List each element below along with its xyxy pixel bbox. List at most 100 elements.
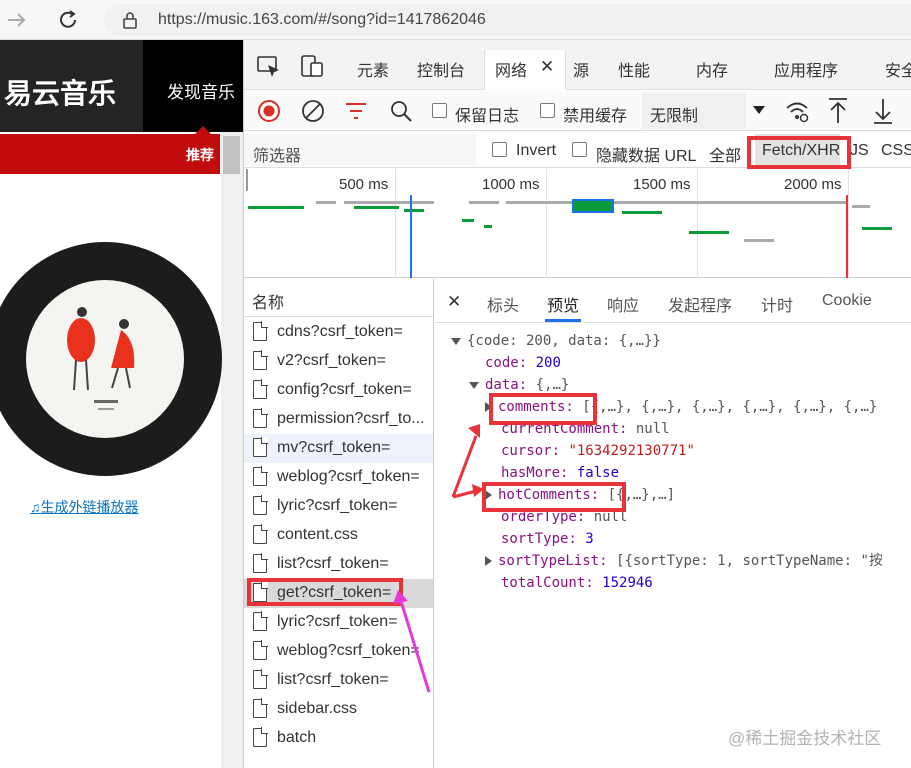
request-row[interactable]: list?csrf_token=	[244, 550, 433, 579]
waterfall-bar	[506, 201, 846, 204]
nav-indicator	[195, 126, 211, 134]
document-icon	[253, 640, 268, 660]
waterfall-bar	[248, 206, 304, 209]
request-name-list: 名称 cdns?csrf_token= v2?csrf_token= confi…	[244, 279, 434, 768]
detail-tabbar: ✕ 标头 预览 响应 发起程序 计时 Cookie	[435, 279, 911, 323]
active-tab-underline	[545, 319, 581, 322]
network-timeline[interactable]: 500 ms 1000 ms 1500 ms 2000 ms	[244, 169, 911, 278]
document-icon	[253, 321, 268, 341]
hide-data-url-label: 隐藏数据 URL	[596, 148, 697, 165]
invert-label: Invert	[516, 142, 557, 159]
tab-performance[interactable]: 性能	[618, 57, 650, 81]
waterfall-bar	[354, 206, 399, 209]
download-icon[interactable]	[872, 97, 894, 125]
tab-memory[interactable]: 内存	[696, 57, 728, 81]
document-icon	[253, 698, 268, 718]
site-logo[interactable]: 易云音乐	[4, 72, 116, 112]
request-row[interactable]: sidebar.css	[244, 695, 433, 724]
timeline-tick: 1500 ms	[633, 176, 691, 193]
tab-sources[interactable]: 源	[573, 57, 589, 81]
url-text: https://music.163.com/#/song?id=14178620…	[158, 11, 486, 28]
throttle-select[interactable]: 无限制	[642, 93, 746, 129]
tab-cookies[interactable]: Cookie	[822, 292, 872, 310]
tab-initiator[interactable]: 发起程序	[668, 292, 732, 316]
music-site-panel: 易云音乐 发现音乐 推荐 ♫生成外链播放器	[0, 40, 243, 768]
tab-network[interactable]: 网络	[495, 57, 527, 81]
timeline-tick: 2000 ms	[784, 176, 842, 193]
upload-icon[interactable]	[827, 97, 849, 125]
external-player-link[interactable]: ♫生成外链播放器	[30, 497, 139, 517]
request-row[interactable]: list?csrf_token=	[244, 666, 433, 695]
request-row[interactable]: permission?csrf_to...	[244, 405, 433, 434]
json-total-count: totalCount: 152946	[501, 575, 653, 591]
record-icon[interactable]	[257, 99, 281, 123]
request-row[interactable]: cdns?csrf_token=	[244, 318, 433, 347]
json-data[interactable]: data: {,…}	[469, 375, 569, 395]
network-toolbar: 保留日志 禁用缓存 无限制	[244, 91, 911, 131]
address-bar[interactable]: https://music.163.com/#/song?id=14178620…	[104, 4, 911, 36]
request-detail-panel: ✕ 标头 预览 响应 发起程序 计时 Cookie {code: 200, da…	[435, 279, 911, 768]
tab-security[interactable]: 安全	[885, 57, 911, 81]
waterfall-bar	[852, 205, 870, 208]
tab-preview[interactable]: 预览	[547, 292, 579, 316]
load-line	[846, 195, 848, 278]
timeline-gridline	[697, 169, 698, 278]
waterfall-bar	[404, 209, 424, 212]
close-detail-icon[interactable]: ✕	[447, 292, 461, 312]
tab-response[interactable]: 响应	[607, 292, 639, 316]
filter-icon[interactable]	[344, 101, 368, 121]
nav-discover-music[interactable]: 发现音乐	[143, 40, 243, 132]
clear-icon[interactable]	[301, 99, 325, 123]
request-row[interactable]: v2?csrf_token=	[244, 347, 433, 376]
json-root[interactable]: {code: 200, data: {,…}}	[451, 331, 661, 351]
disable-cache-checkbox[interactable]	[540, 103, 555, 118]
request-row[interactable]: content.css	[244, 521, 433, 550]
tab-elements[interactable]: 元素	[357, 57, 389, 81]
request-row[interactable]: lyric?csrf_token=	[244, 608, 433, 637]
search-icon[interactable]	[389, 99, 413, 123]
name-column-header[interactable]: 名称	[244, 279, 433, 317]
filter-css[interactable]: CSS	[881, 142, 911, 160]
document-icon	[253, 727, 268, 747]
document-icon	[253, 524, 268, 544]
inspect-element-icon[interactable]	[257, 56, 281, 78]
tab-console[interactable]: 控制台	[417, 57, 465, 81]
reload-icon[interactable]	[56, 8, 80, 32]
tab-timing[interactable]: 计时	[761, 292, 793, 316]
highlight-get-request	[247, 578, 403, 606]
document-icon	[253, 379, 268, 399]
site-scrollbar[interactable]	[221, 132, 243, 768]
request-row[interactable]: batch	[244, 724, 433, 753]
filter-input[interactable]: 筛选器	[244, 134, 476, 166]
document-icon	[253, 437, 268, 457]
chevron-down-icon[interactable]	[753, 106, 765, 116]
preserve-log-checkbox[interactable]	[432, 103, 447, 118]
filter-js[interactable]: JS	[850, 142, 869, 160]
request-row[interactable]: mv?csrf_token=	[244, 434, 433, 463]
json-cursor: cursor: "1634292130771"	[501, 443, 695, 459]
filter-all[interactable]: 全部	[709, 142, 741, 166]
json-sort-type-list[interactable]: sortTypeList: [{sortType: 1, sortTypeNam…	[485, 551, 883, 571]
subnav-recommend[interactable]: 推荐	[186, 145, 214, 165]
waterfall-bar	[689, 231, 729, 234]
hide-data-url-checkbox[interactable]	[572, 142, 587, 157]
request-row[interactable]: config?csrf_token=	[244, 376, 433, 405]
request-row[interactable]: weblog?csrf_token=	[244, 463, 433, 492]
request-row[interactable]: weblog?csrf_token=	[244, 637, 433, 666]
invert-checkbox[interactable]	[492, 142, 507, 157]
nav-discover-label: 发现音乐	[167, 83, 235, 102]
waterfall-bar	[484, 225, 492, 228]
timeline-start	[246, 169, 248, 191]
device-toolbar-icon[interactable]	[300, 54, 324, 78]
request-row[interactable]: lyric?csrf_token=	[244, 492, 433, 521]
scrollbar-thumb[interactable]	[223, 136, 240, 174]
document-icon	[253, 611, 268, 631]
tab-headers[interactable]: 标头	[487, 292, 519, 316]
forward-icon[interactable]	[6, 10, 28, 30]
lock-icon[interactable]	[122, 11, 138, 29]
network-conditions-icon[interactable]	[785, 99, 809, 123]
timeline-gridline	[848, 169, 849, 278]
tab-application[interactable]: 应用程序	[774, 57, 838, 81]
close-tab-icon[interactable]: ✕	[540, 57, 554, 77]
document-icon	[253, 350, 268, 370]
